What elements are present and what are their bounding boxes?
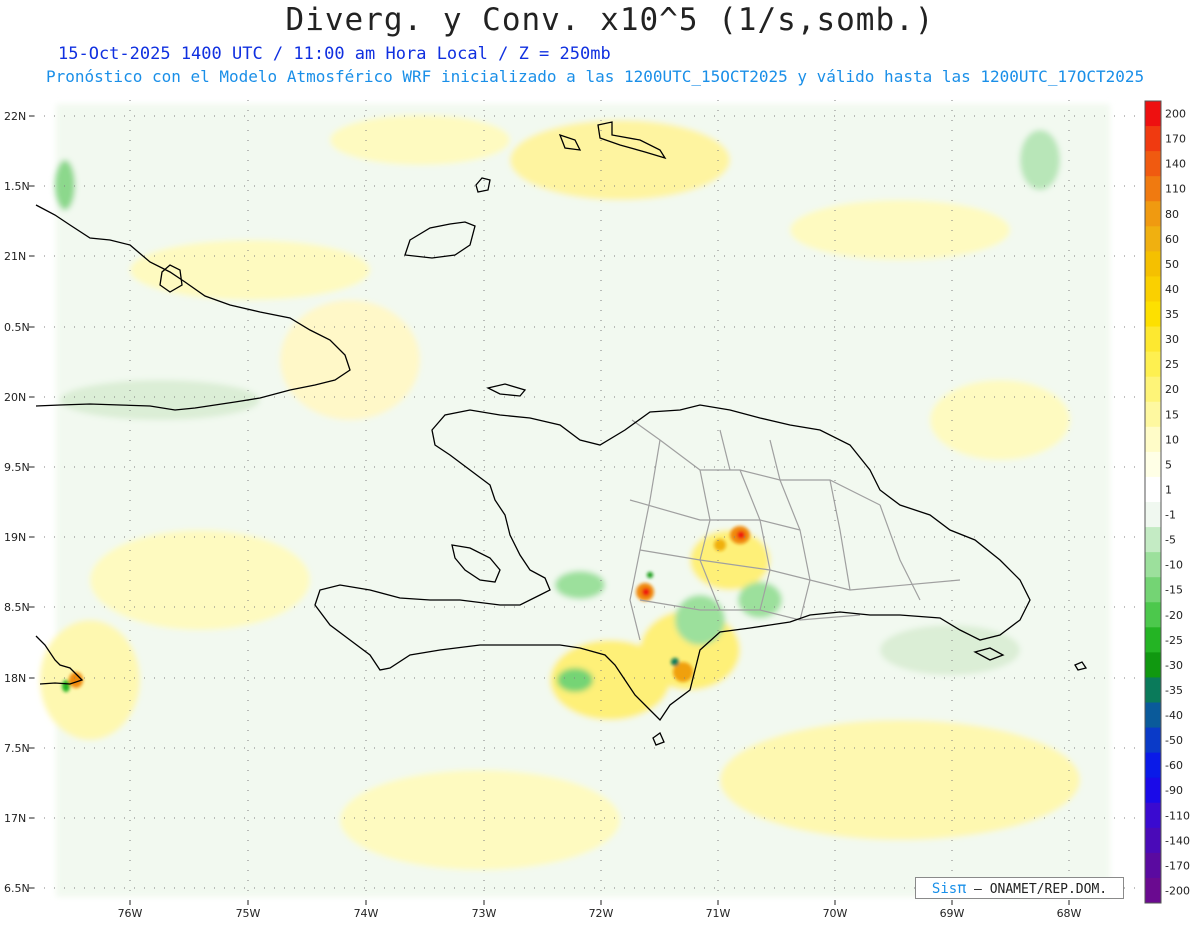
lon-label: 73W [472,907,497,920]
lat-label: 9.5N [4,461,30,474]
lat-label: 0.5N [4,321,30,334]
legend-swatch [1145,652,1161,678]
legend-label: -200 [1165,884,1190,897]
lon-label: 71W [706,907,731,920]
legend-swatch [1145,176,1161,202]
lat-label: 6.5N [4,882,30,895]
legend-label: -25 [1165,634,1183,647]
legend-swatch [1145,727,1161,754]
lat-label: 7.5N [4,742,30,755]
legend-label: 40 [1165,283,1179,296]
legend-swatch [1145,126,1161,152]
legend-swatch [1145,627,1161,653]
forecast-map: 22N 1.5N 21N 0.5N 20N 9.5N 19N 8.5N 18N … [4,100,1190,920]
lon-label: 75W [236,907,261,920]
sispi-logo-text: Sis [931,881,958,897]
lat-label: 8.5N [4,601,30,614]
legend-label: -90 [1165,784,1183,797]
legend-label: -10 [1165,559,1183,572]
longitude-axis: 76W 75W 74W 73W 72W 71W 70W 69W 68W [118,907,1082,920]
legend-swatch [1145,401,1161,428]
lon-label: 68W [1057,907,1082,920]
legend-swatch [1145,702,1161,729]
legend-label: -35 [1165,684,1183,697]
lat-label: 19N [4,531,26,544]
legend-swatch [1145,527,1161,553]
legend-label: 30 [1165,333,1179,346]
legend-label: -5 [1165,534,1176,547]
legend-swatch [1145,101,1161,127]
legend-label: 80 [1165,208,1179,221]
legend-label: -140 [1165,834,1190,847]
lat-label: 22N [4,110,26,123]
legend-label: 35 [1165,308,1179,321]
legend-swatch [1145,251,1161,277]
legend-swatch [1145,577,1161,603]
legend-label: 50 [1165,258,1179,271]
legend-swatch [1145,552,1161,578]
lon-label: 72W [589,907,614,920]
legend-label: -50 [1165,734,1183,747]
lat-label: 1.5N [4,180,30,193]
lat-label: 20N [4,391,26,404]
legend-label: -15 [1165,584,1183,597]
legend-label: 5 [1165,458,1172,471]
color-legend: 200 170 140 110 80 60 50 40 35 30 25 20 15 10 5 1 -1 -5 -1… [1144,100,1190,904]
legend-label: -20 [1165,609,1183,622]
legend-swatch [1145,451,1161,478]
legend-swatch [1145,852,1161,879]
lon-label: 70W [823,907,848,920]
legend-swatch [1145,376,1161,403]
legend-swatch [1145,752,1161,779]
legend-label: 10 [1165,433,1179,446]
divergence-field [40,104,1110,897]
legend-swatch [1145,301,1161,328]
legend-swatch [1145,777,1161,804]
legend-label: 60 [1165,233,1179,246]
legend-swatch [1145,351,1161,378]
lon-label: 69W [940,907,965,920]
legend-swatch [1145,201,1161,227]
pi-symbol: π [957,879,967,897]
latitude-axis: 22N 1.5N 21N 0.5N 20N 9.5N 19N 8.5N 18N … [4,110,30,895]
legend-label: -1 [1165,509,1176,522]
legend-label: 1 [1165,483,1172,496]
legend-label: 140 [1165,158,1186,171]
legend-swatch [1145,476,1161,503]
legend-label: -30 [1165,659,1183,672]
credit-text: – ONAMET/REP.DOM. [974,882,1108,897]
legend-swatch [1145,602,1161,628]
legend-label: -60 [1165,759,1183,772]
legend-swatch [1145,276,1161,302]
credit-box: Sisπ – ONAMET/REP.DOM. [915,877,1124,899]
lon-label: 74W [354,907,379,920]
legend-swatch [1145,677,1161,703]
legend-label: 200 [1165,108,1186,121]
legend-swatch [1145,502,1161,528]
legend-label: 15 [1165,408,1179,421]
legend-label: 110 [1165,183,1186,196]
legend-swatch [1145,326,1161,353]
legend-swatch [1145,827,1161,854]
legend-swatch [1145,802,1161,829]
legend-swatch [1145,151,1161,177]
legend-label: 170 [1165,133,1186,146]
legend-label: -40 [1165,709,1183,722]
legend-label: -110 [1165,809,1190,822]
lat-label: 17N [4,812,26,825]
lat-label: 18N [4,672,26,685]
lat-label: 21N [4,250,26,263]
legend-label: 20 [1165,383,1179,396]
lon-label: 76W [118,907,143,920]
legend-swatch [1145,226,1161,252]
legend-swatch [1145,426,1161,453]
legend-label: 25 [1165,358,1179,371]
legend-swatch [1145,877,1161,904]
legend-label: -170 [1165,859,1190,872]
